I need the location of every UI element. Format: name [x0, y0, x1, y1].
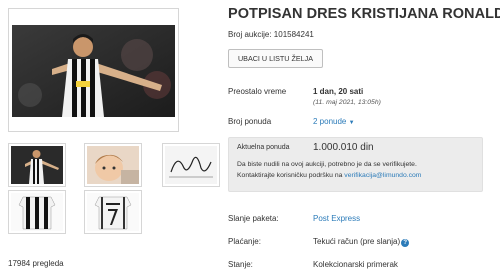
thumbnail-2[interactable] — [84, 143, 142, 187]
thumbnail-ronaldo-image — [11, 146, 63, 184]
thumbnail-5[interactable] — [84, 190, 142, 234]
current-bid-label: Aktuelna ponuda — [237, 144, 290, 151]
package-value[interactable]: Post Express — [313, 214, 360, 223]
support-contact-text: Kontaktirajte korisničku podršku na — [237, 172, 345, 179]
package-label: Slanje paketa: — [228, 214, 279, 223]
add-to-wishlist-button[interactable]: UBACI U LISTU ŽELJA — [228, 49, 323, 68]
thumbnail-1[interactable] — [8, 143, 66, 187]
current-bid-amount: 1.000.010 din — [313, 142, 374, 153]
package-link[interactable]: Post Express — [313, 214, 360, 223]
condition-value: Kolekcionarski primerak — [313, 260, 398, 269]
bids-count[interactable]: 2 ponude — [313, 117, 346, 126]
time-left-value: 1 dan, 20 sati — [313, 87, 364, 96]
view-count: 17984 pregleda — [8, 259, 64, 268]
bids-link[interactable]: 2 ponude ▼ — [313, 117, 355, 126]
ronaldo-celebration-image — [12, 25, 175, 117]
chevron-down-icon[interactable]: ▼ — [349, 120, 355, 126]
thumbnail-child-image — [87, 146, 139, 184]
payment-method: Tekući račun (pre slanja) — [313, 237, 401, 246]
auction-end-date: (11. maj 2021, 13:05h) — [313, 99, 381, 106]
payment-value: Tekući račun (pre slanja)? — [313, 237, 410, 247]
thumbnail-jersey-back-image — [87, 193, 139, 231]
thumbnail-jersey-front-image — [11, 193, 63, 231]
info-icon[interactable]: ? — [401, 239, 410, 247]
time-left-label: Preostalo vreme — [228, 87, 287, 96]
thumbnail-3[interactable] — [162, 143, 220, 187]
current-bid-box: Aktuelna ponuda 1.000.010 din Da biste n… — [228, 137, 483, 192]
main-product-photo[interactable] — [8, 8, 179, 132]
thumbnail-4[interactable] — [8, 190, 66, 234]
support-contact-message: Kontaktirajte korisničku podršku na veri… — [237, 172, 421, 179]
payment-label: Plaćanje: — [228, 237, 261, 246]
bids-label: Broj ponuda — [228, 117, 272, 126]
support-email-link[interactable]: verifikacija@limundo.com — [344, 172, 421, 179]
thumbnail-signature-image — [165, 146, 217, 184]
auction-number: Broj aukcije: 101584241 — [228, 30, 314, 39]
listing-title: POTPISAN DRES KRISTIJANA RONALDA — [228, 6, 500, 22]
verification-message: Da biste nudili na ovoj aukciji, potrebn… — [237, 161, 417, 168]
condition-label: Stanje: — [228, 260, 253, 269]
